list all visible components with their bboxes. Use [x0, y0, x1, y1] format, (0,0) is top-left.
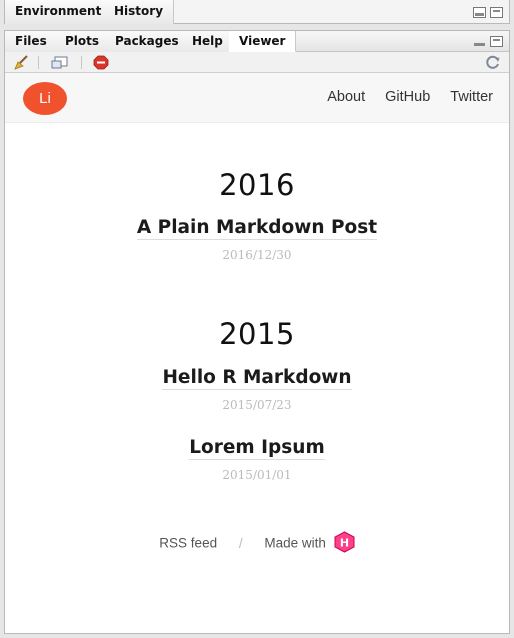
viewer-content: Li About GitHub Twitter 2016 A Plain Mar… — [5, 73, 509, 633]
bottom-pane-window-controls — [473, 36, 503, 47]
stop-icon[interactable] — [93, 55, 109, 70]
maximize-icon[interactable] — [490, 7, 503, 18]
tab-history[interactable]: History — [104, 0, 175, 24]
rss-feed-link[interactable]: RSS feed — [159, 536, 217, 551]
site-logo[interactable]: Li — [23, 82, 67, 115]
tab-packages[interactable]: Packages — [105, 31, 190, 52]
tab-help[interactable]: Help — [182, 31, 234, 52]
top-pane: Environment History — [4, 0, 510, 24]
site-footer: RSS feed / Made with H — [5, 531, 509, 555]
footer-separator: / — [238, 535, 243, 551]
hugo-logo-letter: H — [340, 537, 349, 550]
toolbar-divider — [38, 56, 39, 69]
post-title-link[interactable]: Hello R Markdown — [162, 367, 352, 390]
hugo-logo-icon[interactable]: H — [334, 531, 355, 553]
broom-icon[interactable] — [13, 55, 29, 70]
post-date: 2015/01/01 — [222, 468, 292, 482]
export-window-icon[interactable] — [51, 55, 68, 70]
site-header: Li About GitHub Twitter — [5, 73, 509, 123]
post-title-link[interactable]: Lorem Ipsum — [189, 437, 325, 460]
post-date: 2015/07/23 — [222, 398, 292, 412]
made-with-text: Made with — [264, 535, 326, 551]
viewer-toolbar — [5, 52, 509, 73]
post-list-item: Lorem Ipsum 2015/01/01 — [5, 437, 509, 482]
toolbar-divider — [81, 56, 82, 69]
tab-files[interactable]: Files — [5, 31, 58, 52]
tab-viewer[interactable]: Viewer — [229, 31, 297, 52]
tab-plots[interactable]: Plots — [55, 31, 111, 52]
minimize-icon[interactable] — [473, 36, 486, 47]
post-title-link[interactable]: A Plain Markdown Post — [136, 217, 378, 240]
post-date: 2016/12/30 — [222, 248, 292, 262]
site-nav: About GitHub Twitter — [327, 89, 493, 105]
bottom-pane-tabbar: Files Plots Packages Help Viewer — [5, 31, 509, 52]
refresh-icon[interactable] — [485, 55, 501, 70]
top-pane-window-controls — [473, 7, 503, 18]
post-list-item: A Plain Markdown Post 2016/12/30 — [5, 217, 509, 262]
maximize-icon[interactable] — [490, 36, 503, 47]
archive-year-heading: 2015 — [219, 317, 295, 351]
archive-year-heading: 2016 — [219, 168, 295, 202]
nav-twitter-link[interactable]: Twitter — [450, 89, 493, 105]
nav-about-link[interactable]: About — [327, 89, 365, 105]
bottom-pane: Files Plots Packages Help Viewer Li Abou… — [4, 30, 510, 634]
tab-environment[interactable]: Environment — [5, 0, 113, 24]
minimize-icon[interactable] — [473, 7, 486, 18]
nav-github-link[interactable]: GitHub — [385, 89, 430, 105]
post-list-item: Hello R Markdown 2015/07/23 — [5, 367, 509, 412]
